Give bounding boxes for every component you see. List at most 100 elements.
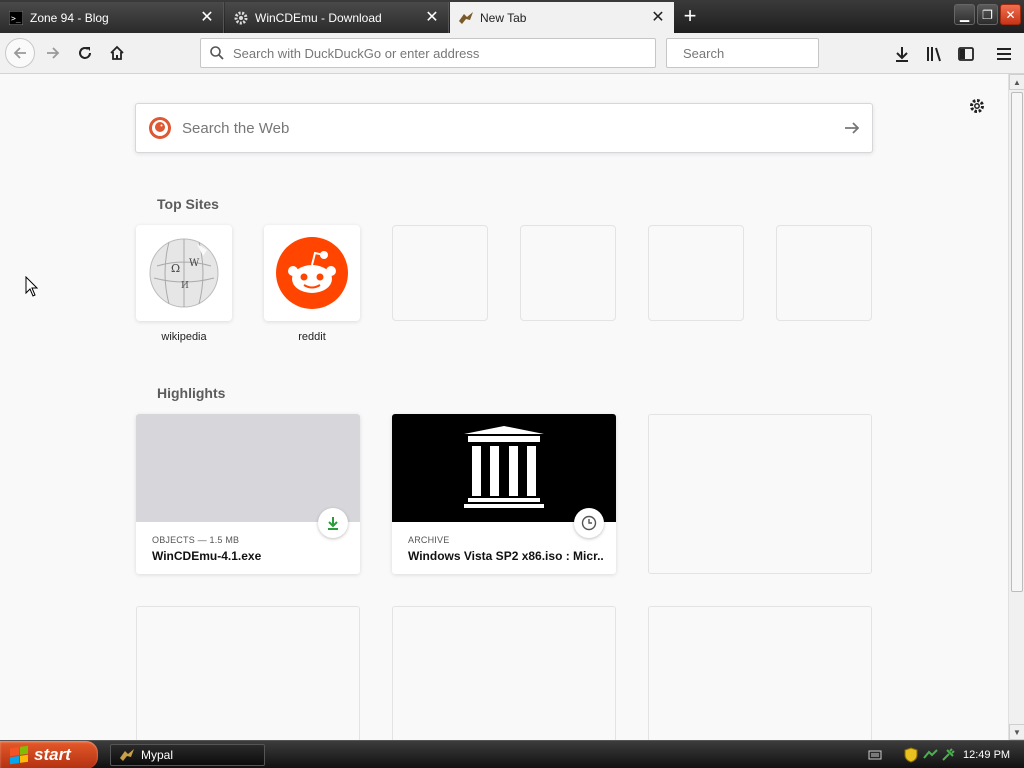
svg-text:>_: >_ [11, 14, 21, 23]
top-site-empty [520, 225, 616, 321]
highlight-card-empty [136, 606, 360, 740]
gear-favicon-icon [233, 10, 249, 26]
start-label: start [34, 745, 71, 764]
customize-button[interactable] [965, 94, 989, 118]
security-shield-icon[interactable] [904, 747, 918, 763]
close-window-button[interactable]: ✕ [1000, 4, 1021, 25]
empty-tile [776, 225, 872, 321]
site-label: wikipedia [161, 331, 207, 343]
home-button[interactable] [102, 38, 132, 68]
mypal-app-icon [120, 749, 134, 761]
site-tile[interactable]: Ω W И [136, 225, 232, 321]
empty-tile [392, 225, 488, 321]
close-tab-icon[interactable]: ✕ [650, 9, 666, 26]
clock-badge [574, 508, 604, 538]
top-site-empty [648, 225, 744, 321]
empty-tile [520, 225, 616, 321]
top-sites-heading: Top Sites [157, 196, 219, 212]
forward-arrow-icon [47, 47, 60, 59]
mypal-favicon-icon [458, 10, 474, 26]
clock-icon [581, 515, 597, 531]
forward-button[interactable] [38, 38, 68, 68]
card-preview [136, 414, 360, 522]
address-input[interactable] [233, 45, 655, 61]
card-title: WinCDEmu-4.1.exe [152, 549, 262, 563]
navigation-toolbar [0, 33, 1024, 74]
tab-new-tab[interactable]: New Tab ✕ [450, 2, 674, 33]
tab-title: Zone 94 - Blog [30, 10, 109, 25]
back-arrow-icon [13, 47, 26, 59]
new-tab-page: Top Sites Ω W И wikipedia [0, 74, 1008, 740]
gear-icon [970, 99, 984, 113]
highlight-card[interactable]: OBJECTS — 1.5 MB WinCDEmu-4.1.exe [136, 414, 360, 574]
plug-icon[interactable] [941, 748, 955, 762]
duckduckgo-logo-icon [149, 117, 171, 139]
tab-wincdemu[interactable]: WinCDEmu - Download ✕ [225, 2, 449, 33]
tray-clock: 12:49 PM [963, 749, 1011, 761]
svg-text:Ω: Ω [171, 262, 180, 275]
site-tile[interactable] [264, 225, 360, 321]
arrow-right-icon [845, 122, 860, 134]
wikipedia-globe-icon: Ω W И [149, 238, 219, 308]
hamburger-menu-icon [997, 48, 1011, 60]
empty-tile [648, 225, 744, 321]
tab-title: New Tab [480, 10, 527, 25]
reload-button[interactable] [70, 38, 100, 68]
svg-text:И: И [181, 281, 189, 291]
card-meta: OBJECTS — 1.5 MB [152, 535, 240, 545]
taskbar-item-mypal[interactable]: Mypal [110, 744, 265, 766]
tab-zone94[interactable]: >_ Zone 94 - Blog ✕ [0, 2, 224, 33]
sidebar-button[interactable] [954, 42, 978, 66]
search-submit-button[interactable] [832, 119, 872, 137]
scroll-up-button[interactable]: ▲ [1009, 74, 1024, 90]
sidebar-icon [958, 47, 974, 61]
download-icon [896, 47, 908, 62]
tab-strip: >_ Zone 94 - Blog ✕ WinCDEmu - Download … [0, 0, 1024, 33]
download-badge [318, 508, 348, 538]
minimize-button[interactable]: ▁ [954, 4, 975, 25]
reload-icon [79, 47, 91, 59]
taskbar: start Mypal 12:49 PM [0, 740, 1024, 768]
highlight-card[interactable]: ARCHIVE Windows Vista SP2 x86.iso : Micr… [392, 414, 616, 574]
vertical-scrollbar[interactable]: ▲ ▼ [1008, 74, 1024, 740]
start-button[interactable]: start [0, 741, 98, 768]
terminal-favicon-icon: >_ [8, 10, 24, 26]
web-search-box[interactable] [135, 103, 873, 153]
task-label: Mypal [141, 748, 174, 762]
library-icon [927, 47, 941, 62]
scroll-down-button[interactable]: ▼ [1009, 724, 1024, 740]
windows-flag-icon [10, 745, 28, 765]
home-icon [110, 45, 124, 60]
restore-button[interactable]: ❐ [977, 4, 998, 25]
search-bar[interactable] [666, 38, 859, 68]
card-preview [392, 414, 616, 522]
library-button[interactable] [922, 42, 946, 66]
mouse-cursor-icon [25, 276, 39, 297]
menu-button[interactable] [992, 42, 1016, 66]
back-button[interactable] [5, 38, 35, 68]
site-label: reddit [298, 331, 326, 343]
card-meta: ARCHIVE [408, 535, 450, 545]
close-tab-icon[interactable]: ✕ [199, 9, 215, 26]
highlights-heading: Highlights [157, 385, 226, 401]
highlight-card-empty [648, 606, 872, 740]
address-bar[interactable] [200, 38, 656, 68]
close-tab-icon[interactable]: ✕ [424, 9, 440, 26]
internet-archive-logo-icon [464, 426, 544, 508]
highlight-card-empty [392, 606, 616, 740]
web-search-input[interactable] [182, 119, 832, 137]
scroll-thumb[interactable] [1011, 92, 1023, 592]
top-site-reddit[interactable]: reddit [264, 225, 360, 343]
download-icon [328, 517, 338, 530]
top-site-wikipedia[interactable]: Ω W И wikipedia [136, 225, 232, 343]
keyboard-icon[interactable] [868, 749, 882, 761]
reddit-logo-icon [276, 237, 348, 309]
network-icon[interactable] [922, 748, 938, 762]
search-icon [210, 46, 224, 60]
system-tray: 12:49 PM [868, 741, 1024, 768]
search-input[interactable] [683, 45, 859, 61]
tab-title: WinCDEmu - Download [255, 10, 382, 25]
downloads-button[interactable] [890, 42, 914, 66]
card-title: Windows Vista SP2 x86.iso : Micr... [408, 549, 604, 563]
new-tab-button[interactable]: + [678, 5, 702, 29]
